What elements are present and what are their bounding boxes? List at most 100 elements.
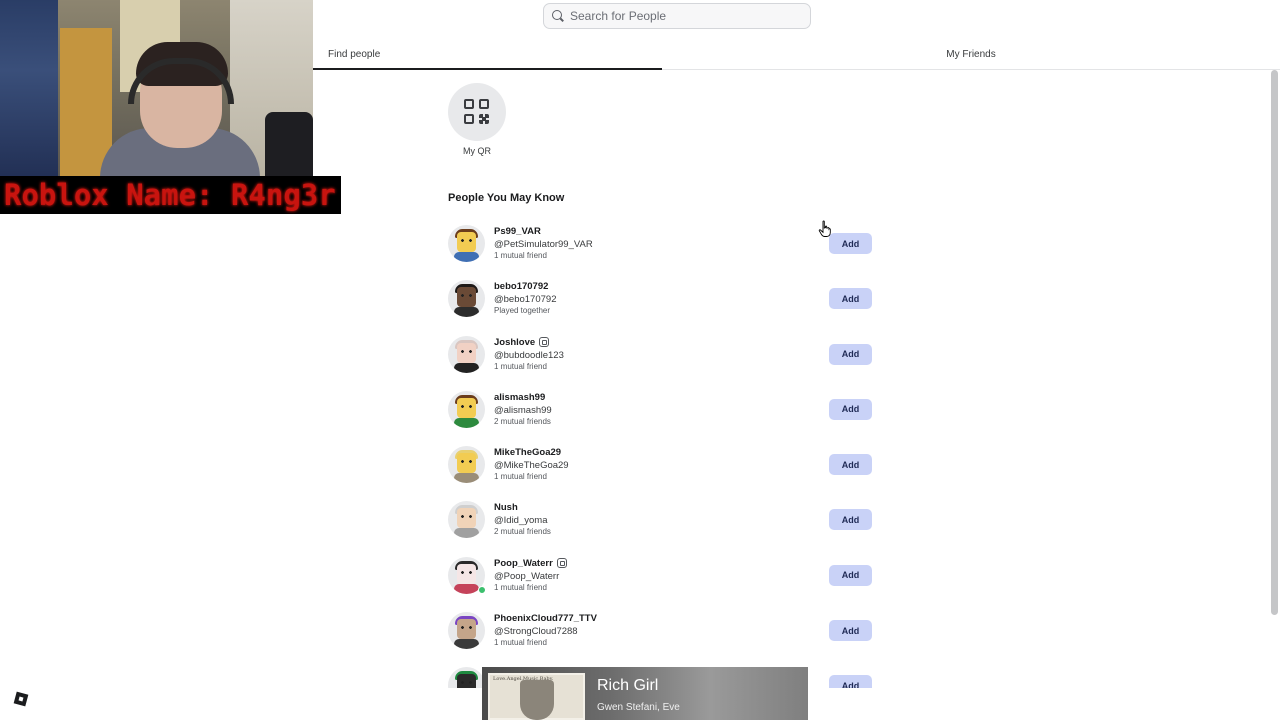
person-display-name[interactable]: PhoenixCloud777_TTV	[494, 613, 597, 624]
person-username: @StrongCloud7288	[494, 626, 578, 638]
person-connection-info: Played together	[494, 306, 551, 316]
avatar[interactable]	[448, 501, 485, 539]
person-username: @Poop_Waterr	[494, 570, 560, 582]
person-display-name[interactable]: bebo170792	[494, 281, 548, 292]
list-item: Ps99_VAR @PetSimulator99_VAR 1 mutual fr…	[448, 223, 874, 278]
avatar-torso	[454, 307, 479, 318]
verified-badge-icon	[539, 337, 550, 348]
search-bar[interactable]	[543, 3, 811, 29]
avatar[interactable]	[448, 390, 485, 428]
add-friend-button[interactable]: Add	[829, 509, 872, 531]
my-qr-label: My QR	[463, 146, 491, 156]
avatar-face	[457, 232, 476, 252]
person-connection-info: 2 mutual friends	[494, 416, 551, 426]
person-username: @Idid_yoma	[494, 515, 548, 527]
webcam-background-shelf	[0, 0, 58, 176]
avatar-torso	[454, 473, 479, 484]
add-friend-button[interactable]: Add	[829, 454, 872, 476]
add-friend-button[interactable]: Add	[829, 288, 872, 310]
add-friend-button[interactable]: Add	[829, 398, 872, 420]
avatar[interactable]	[448, 446, 485, 484]
list-item: Joshlove @bubdoodle123 1 mutual friend A…	[448, 334, 874, 389]
person-username: @alismash99	[494, 404, 552, 416]
person-name-text: Nush	[494, 502, 518, 514]
avatar-torso	[454, 583, 479, 594]
avatar-face	[457, 563, 476, 584]
avatar[interactable]	[448, 280, 485, 318]
album-art: Love.Angel.Music.Baby.	[488, 673, 585, 720]
avatar[interactable]	[448, 612, 485, 650]
roblox-logo-icon[interactable]	[13, 691, 29, 707]
add-friend-button[interactable]: Add	[829, 564, 872, 586]
person-display-name[interactable]: alismash99	[494, 392, 545, 403]
search-input[interactable]	[570, 9, 800, 23]
person-username: @bubdoodle123	[494, 349, 564, 361]
person-username: @PetSimulator99_VAR	[494, 239, 593, 250]
now-playing-overlay: Love.Angel.Music.Baby. Rich Girl Gwen St…	[482, 667, 808, 720]
add-friend-button[interactable]: Add	[829, 620, 872, 642]
list-item: MikeTheGoa29 @MikeTheGoa29 1 mutual frie…	[448, 444, 874, 499]
avatar-torso	[454, 417, 479, 428]
person-name-text: alismash99	[494, 391, 546, 403]
avatar-eyes	[461, 404, 472, 408]
person-name-text: Poop_Waterr	[494, 557, 553, 569]
list-item: PhoenixCloud777_TTV @StrongCloud7288 1 m…	[448, 610, 874, 665]
person-connection-info: 1 mutual friend	[494, 638, 547, 648]
person-name-text: bebo170792	[494, 281, 549, 293]
avatar[interactable]	[448, 225, 485, 262]
my-qr-button[interactable]	[448, 83, 506, 141]
verified-badge-icon	[556, 558, 567, 569]
add-friend-button[interactable]: Add	[829, 343, 872, 365]
song-artist: Gwen Stefani, Eve	[597, 702, 680, 713]
avatar-torso	[454, 528, 479, 539]
album-art-crest	[520, 680, 554, 720]
person-connection-info: 1 mutual friend	[494, 472, 547, 482]
avatar-face	[457, 619, 476, 640]
person-display-name[interactable]: Joshlove	[494, 336, 550, 348]
person-display-name[interactable]: Poop_Waterr	[494, 558, 567, 569]
avatar-face	[457, 287, 476, 308]
tab-my-friends-label: My Friends	[946, 49, 996, 60]
avatar-torso	[454, 252, 479, 262]
person-connection-info: 1 mutual friend	[494, 361, 547, 371]
avatar-eyes	[461, 349, 472, 353]
person-name-text: Joshlove	[494, 336, 536, 348]
person-display-name[interactable]: Ps99_VAR	[494, 226, 541, 237]
search-icon	[552, 9, 565, 23]
section-title: People You May Know	[448, 192, 565, 204]
qr-code-icon	[464, 99, 490, 125]
add-friend-button[interactable]: Add	[829, 675, 872, 688]
person-connection-info: 1 mutual friend	[494, 251, 547, 260]
avatar-eyes	[461, 570, 472, 574]
person-connection-info: 1 mutual friend	[494, 582, 547, 592]
person-username: @MikeTheGoa29	[494, 460, 569, 472]
avatar-face	[457, 508, 476, 529]
avatar-eyes	[461, 626, 472, 630]
friends-tabs: Find people My Friends	[313, 40, 1280, 70]
list-item: Nush @Idid_yoma 2 mutual friends Add	[448, 499, 874, 554]
avatar[interactable]	[448, 335, 485, 373]
scrollbar[interactable]	[1271, 70, 1278, 615]
avatar-face	[457, 453, 476, 474]
webcam-jacket	[265, 112, 313, 176]
roblox-name-text: Roblox Name: R4ng3r	[4, 178, 336, 212]
avatar-face	[457, 342, 476, 363]
avatar-eyes	[461, 460, 472, 464]
online-status-dot	[478, 585, 486, 594]
tab-find-people[interactable]: Find people	[313, 40, 662, 70]
avatar-eyes	[461, 515, 472, 519]
avatar-eyes	[461, 681, 472, 685]
avatar[interactable]	[448, 667, 485, 688]
avatar-face	[457, 397, 476, 418]
person-display-name[interactable]: Nush	[494, 502, 518, 513]
person-name-text: MikeTheGoa29	[494, 447, 562, 459]
tab-my-friends[interactable]: My Friends	[662, 40, 1280, 69]
avatar-eyes	[461, 294, 472, 298]
roblox-name-banner: Roblox Name: R4ng3r	[0, 176, 341, 214]
person-display-name[interactable]: MikeTheGoa29	[494, 447, 561, 458]
webcam-overlay	[0, 0, 313, 176]
add-friend-button[interactable]: Add	[829, 233, 872, 254]
avatar-torso	[454, 639, 479, 650]
list-item: alismash99 @alismash99 2 mutual friends …	[448, 389, 874, 444]
list-item: Poop_Waterr @Poop_Waterr 1 mutual friend…	[448, 555, 874, 610]
